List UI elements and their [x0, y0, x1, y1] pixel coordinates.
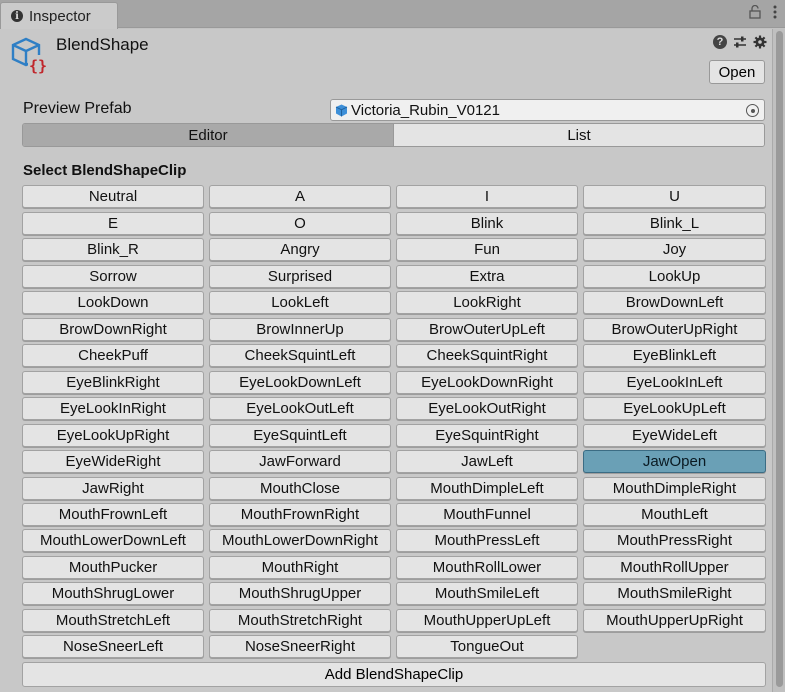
- clip-button[interactable]: JawLeft: [396, 450, 578, 473]
- more-options-icon[interactable]: [773, 5, 777, 19]
- clip-button[interactable]: TongueOut: [396, 635, 578, 658]
- lock-icon[interactable]: [749, 5, 761, 19]
- clip-button[interactable]: E: [22, 212, 204, 235]
- component-title: BlendShape: [56, 35, 149, 54]
- clip-button[interactable]: EyeWideLeft: [583, 424, 766, 447]
- script-cube-icon: {}: [11, 37, 48, 75]
- clip-button[interactable]: MouthUpperUpLeft: [396, 609, 578, 632]
- clip-button[interactable]: EyeLookInLeft: [583, 371, 766, 394]
- clip-button[interactable]: MouthStretchLeft: [22, 609, 204, 632]
- clip-button[interactable]: CheekSquintLeft: [209, 344, 391, 367]
- clip-button[interactable]: CheekSquintRight: [396, 344, 578, 367]
- tab-list[interactable]: List: [394, 124, 764, 146]
- svg-text:{}: {}: [29, 57, 47, 75]
- mode-toolbar: Editor List: [22, 123, 765, 147]
- tab-inspector[interactable]: i Inspector: [0, 2, 118, 29]
- clip-button[interactable]: BrowDownLeft: [583, 291, 766, 314]
- clip-button[interactable]: Joy: [583, 238, 766, 261]
- clip-button[interactable]: MouthRight: [209, 556, 391, 579]
- info-icon: i: [11, 10, 23, 22]
- clip-button[interactable]: Sorrow: [22, 265, 204, 288]
- clip-button[interactable]: EyeSquintRight: [396, 424, 578, 447]
- clip-button[interactable]: BrowOuterUpLeft: [396, 318, 578, 341]
- clip-button[interactable]: MouthDimpleLeft: [396, 477, 578, 500]
- help-icon[interactable]: ?: [713, 35, 727, 49]
- clip-button[interactable]: MouthShrugUpper: [209, 582, 391, 605]
- clip-button[interactable]: EyeLookUpLeft: [583, 397, 766, 420]
- clip-button[interactable]: Blink_L: [583, 212, 766, 235]
- clip-button[interactable]: CheekPuff: [22, 344, 204, 367]
- preview-prefab-label: Preview Prefab: [23, 100, 132, 117]
- vertical-scrollbar[interactable]: [772, 29, 785, 692]
- clip-button[interactable]: NoseSneerLeft: [22, 635, 204, 658]
- clip-button[interactable]: EyeLookUpRight: [22, 424, 204, 447]
- clip-button[interactable]: Fun: [396, 238, 578, 261]
- clip-button[interactable]: Blink: [396, 212, 578, 235]
- clip-button[interactable]: U: [583, 185, 766, 208]
- clip-button[interactable]: BrowInnerUp: [209, 318, 391, 341]
- section-title: Select BlendShapeClip: [23, 162, 187, 179]
- clip-button[interactable]: Extra: [396, 265, 578, 288]
- clip-button[interactable]: MouthFrownRight: [209, 503, 391, 526]
- clip-button[interactable]: MouthShrugLower: [22, 582, 204, 605]
- clip-button[interactable]: MouthRollUpper: [583, 556, 766, 579]
- clip-button[interactable]: MouthDimpleRight: [583, 477, 766, 500]
- clip-button[interactable]: LookRight: [396, 291, 578, 314]
- clip-button[interactable]: MouthFunnel: [396, 503, 578, 526]
- clip-button[interactable]: LookLeft: [209, 291, 391, 314]
- clip-button[interactable]: Angry: [209, 238, 391, 261]
- add-blendshape-clip-button[interactable]: Add BlendShapeClip: [22, 662, 766, 687]
- preview-prefab-field[interactable]: Victoria_Rubin_V0121: [330, 99, 765, 121]
- clip-button[interactable]: LookDown: [22, 291, 204, 314]
- clip-button[interactable]: JawForward: [209, 450, 391, 473]
- preset-sliders-icon[interactable]: [733, 35, 747, 49]
- clip-button[interactable]: EyeLookOutRight: [396, 397, 578, 420]
- clip-button[interactable]: O: [209, 212, 391, 235]
- clip-button[interactable]: EyeBlinkRight: [22, 371, 204, 394]
- clip-button[interactable]: BrowDownRight: [22, 318, 204, 341]
- clip-button[interactable]: MouthPressRight: [583, 529, 766, 552]
- clip-button[interactable]: Surprised: [209, 265, 391, 288]
- clip-button[interactable]: NoseSneerRight: [209, 635, 391, 658]
- clip-button[interactable]: EyeLookOutLeft: [209, 397, 391, 420]
- clip-button[interactable]: I: [396, 185, 578, 208]
- tab-inspector-label: Inspector: [29, 7, 91, 25]
- clip-button[interactable]: MouthFrownLeft: [22, 503, 204, 526]
- clip-button[interactable]: EyeWideRight: [22, 450, 204, 473]
- clip-button[interactable]: MouthSmileRight: [583, 582, 766, 605]
- clip-button[interactable]: EyeLookInRight: [22, 397, 204, 420]
- clip-button[interactable]: EyeSquintLeft: [209, 424, 391, 447]
- clip-button[interactable]: JawRight: [22, 477, 204, 500]
- object-picker-icon[interactable]: [746, 104, 759, 117]
- clip-button[interactable]: MouthLowerDownRight: [209, 529, 391, 552]
- gear-icon[interactable]: [753, 35, 767, 49]
- clip-button[interactable]: MouthLowerDownLeft: [22, 529, 204, 552]
- window-tab-bar: i Inspector: [0, 0, 785, 29]
- clip-button[interactable]: Blink_R: [22, 238, 204, 261]
- clip-button[interactable]: MouthUpperUpRight: [583, 609, 766, 632]
- clip-button[interactable]: MouthPressLeft: [396, 529, 578, 552]
- prefab-cube-icon: [335, 104, 348, 116]
- clip-button[interactable]: BrowOuterUpRight: [583, 318, 766, 341]
- clip-button[interactable]: EyeBlinkLeft: [583, 344, 766, 367]
- clip-button[interactable]: MouthClose: [209, 477, 391, 500]
- clip-button[interactable]: MouthRollLower: [396, 556, 578, 579]
- clip-button[interactable]: MouthStretchRight: [209, 609, 391, 632]
- clip-button[interactable]: JawOpen: [583, 450, 766, 473]
- preview-prefab-value: Victoria_Rubin_V0121: [351, 101, 500, 119]
- clip-button[interactable]: MouthSmileLeft: [396, 582, 578, 605]
- clip-button[interactable]: A: [209, 185, 391, 208]
- clip-button[interactable]: EyeLookDownRight: [396, 371, 578, 394]
- clip-button[interactable]: MouthLeft: [583, 503, 766, 526]
- scrollbar-thumb[interactable]: [776, 31, 783, 687]
- clip-button[interactable]: LookUp: [583, 265, 766, 288]
- clip-button[interactable]: MouthPucker: [22, 556, 204, 579]
- clip-button[interactable]: Neutral: [22, 185, 204, 208]
- open-button[interactable]: Open: [709, 60, 765, 84]
- clip-button[interactable]: EyeLookDownLeft: [209, 371, 391, 394]
- tab-editor[interactable]: Editor: [23, 124, 394, 146]
